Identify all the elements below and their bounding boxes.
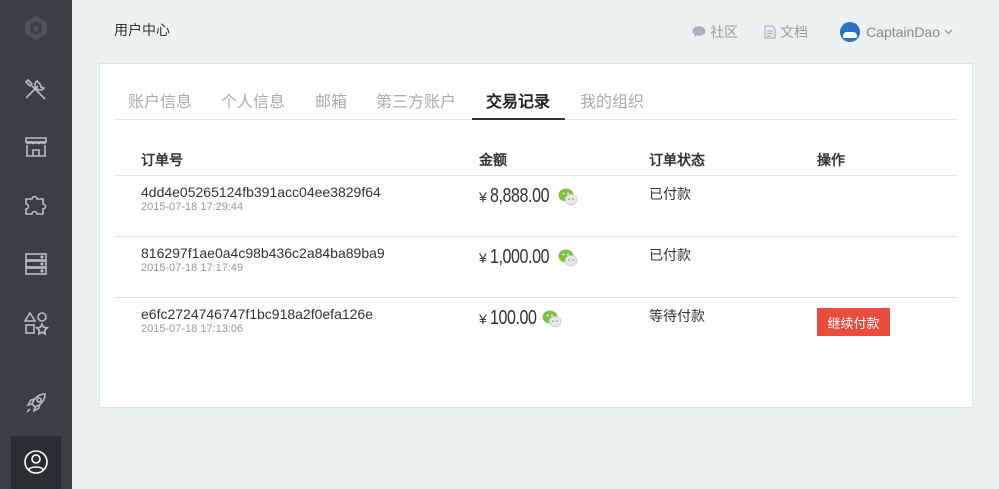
order-time: 2015-07-18 17:17:49 [141,262,244,274]
column-header-order-no: 订单号 [141,152,183,168]
tab-third-party[interactable]: 第三方账户 [376,88,456,112]
column-header-status: 订单状态 [649,152,705,168]
wechat-pay-icon [542,310,562,327]
chat-bubble-icon [692,26,706,37]
document-icon [764,25,776,39]
currency-symbol: ¥ [479,249,487,266]
topbar: 用户中心 社区 文档 CaptainDao [72,0,999,62]
order-number: e6fc2724746747f1bc918a2f0efa126e [141,306,373,322]
main-card: 账户信息 个人信息 邮箱 第三方账户 交易记录 我的组织 订单号 金额 订单状态… [99,63,973,408]
order-time: 2015-07-18 17:29:44 [141,201,244,213]
community-link[interactable]: 社区 [692,22,738,42]
store-icon[interactable] [0,122,72,172]
tab-personal-info[interactable]: 个人信息 [221,88,285,112]
username: CaptainDao [866,24,940,40]
shapes-icon[interactable] [0,298,72,348]
tab-account-info[interactable]: 账户信息 [128,88,192,112]
rocket-icon[interactable] [0,378,72,428]
amount-value: 1,000.00 [489,246,549,268]
tab-transactions[interactable]: 交易记录 [486,88,550,112]
row-divider [114,236,958,237]
tools-icon[interactable] [0,64,72,114]
order-number: 4dd4e05265124fb391acc04ee3829f64 [141,184,381,200]
chevron-down-icon [944,29,953,35]
docs-link-label: 文档 [780,24,809,40]
puzzle-icon[interactable] [0,180,72,230]
amount-value: 100.00 [489,307,537,329]
order-status: 已付款 [649,186,691,202]
logo-icon[interactable] [0,3,72,53]
user-menu[interactable]: CaptainDao [840,22,953,42]
column-header-action: 操作 [817,152,845,168]
order-amount: ¥ 8,888.00 [479,185,578,208]
row-divider [114,297,958,298]
server-icon[interactable] [0,239,72,289]
order-status: 等待付款 [649,308,705,324]
currency-symbol: ¥ [479,188,487,205]
user-circle-icon[interactable] [0,437,72,487]
tab-email[interactable]: 邮箱 [315,88,347,112]
table-divider [114,175,958,176]
order-amount: ¥ 1,000.00 [479,246,578,269]
top-links: 社区 文档 CaptainDao [666,22,953,42]
order-time: 2015-07-18 17:13:06 [141,323,244,335]
avatar [840,22,861,42]
continue-payment-button[interactable]: 继续付款 [817,308,890,336]
wechat-pay-icon [558,249,577,266]
order-number: 816297f1ae0a4c98b436c2a84ba89ba9 [141,245,385,261]
amount-value: 8,888.00 [489,185,549,207]
tab-my-organization[interactable]: 我的组织 [580,88,644,112]
wechat-pay-icon [558,188,577,205]
sidebar [0,0,72,489]
column-header-amount: 金额 [479,152,507,168]
currency-symbol: ¥ [479,310,487,327]
active-tab-indicator [472,118,565,120]
order-amount: ¥ 100.00 [479,307,562,330]
tab-bar: 账户信息 个人信息 邮箱 第三方账户 交易记录 我的组织 [114,78,958,120]
page-title: 用户中心 [114,22,170,38]
docs-link[interactable]: 文档 [764,22,808,42]
community-link-label: 社区 [710,24,739,40]
order-status: 已付款 [649,247,691,263]
